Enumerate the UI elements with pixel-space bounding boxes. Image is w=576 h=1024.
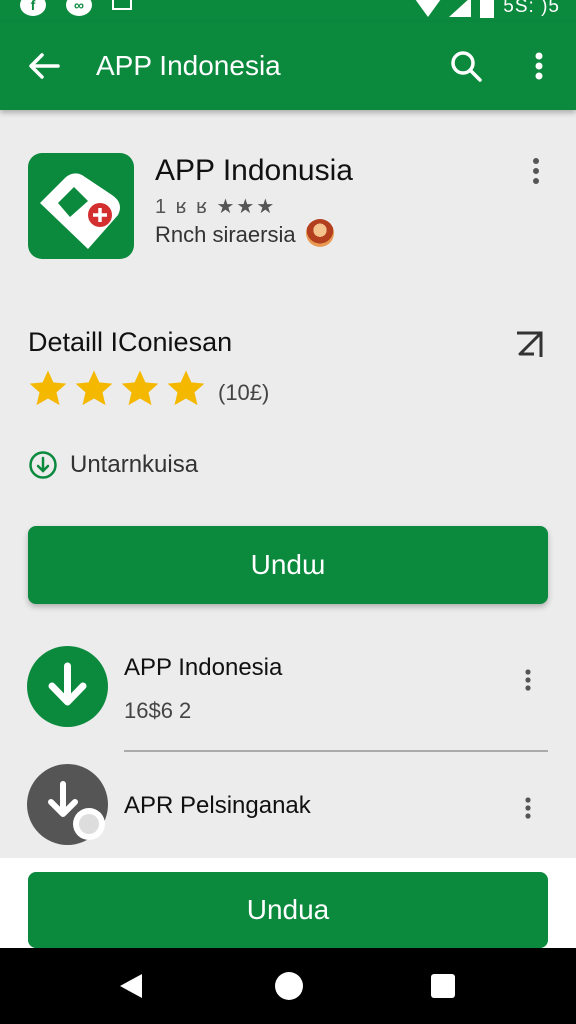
navigation-bar xyxy=(0,948,576,1024)
developer-avatar xyxy=(306,219,334,247)
status-system: 5S: )5 xyxy=(415,0,560,18)
back-arrow-icon[interactable] xyxy=(26,48,62,84)
list-item[interactable]: APR Pelsinganak xyxy=(0,760,576,860)
nav-recents-icon[interactable] xyxy=(431,974,455,998)
download-info-row: Untarnkuisa xyxy=(28,450,198,480)
search-icon[interactable] xyxy=(448,48,484,84)
list-item[interactable]: APP Indonesia 16$6 2 xyxy=(0,640,576,752)
download-icon xyxy=(27,764,108,845)
status-bar: f ∞ 5S: )5 xyxy=(0,0,576,22)
signal-icon xyxy=(449,0,472,17)
status-notifications: f ∞ xyxy=(20,0,132,16)
facebook-notification-icon: f xyxy=(20,0,46,16)
battery-icon xyxy=(480,0,495,18)
more-vert-icon[interactable] xyxy=(520,668,536,692)
list-item-title: APP Indonesia xyxy=(124,654,283,681)
star-icon xyxy=(29,370,67,406)
review-count: (10£) xyxy=(218,380,270,405)
star-icon xyxy=(75,370,113,406)
star-icon xyxy=(121,370,159,406)
more-vert-icon[interactable] xyxy=(520,796,536,820)
app-rating-line: 1 ʁ ʁ ★★★ xyxy=(155,196,277,218)
wifi-icon xyxy=(416,0,441,17)
download-icon xyxy=(27,646,108,727)
download-bottom-button[interactable]: Undua xyxy=(28,872,548,948)
rating-stars xyxy=(28,368,206,408)
app-bar: APP Indonesia xyxy=(0,22,576,110)
divider xyxy=(124,750,548,752)
details-title: Detaill IConiesan xyxy=(28,327,233,357)
star-icon xyxy=(167,370,205,406)
more-vert-icon[interactable] xyxy=(524,156,548,186)
link-notification-icon: ∞ xyxy=(66,0,92,16)
app-icon xyxy=(28,153,134,259)
nav-home-icon[interactable] xyxy=(275,972,303,1000)
list-item-title: APR Pelsinganak xyxy=(124,792,311,819)
app-name: APP Indonusia xyxy=(155,154,353,187)
status-time: 5S: )5 xyxy=(503,0,560,17)
download-info-label: Untarnkuisa xyxy=(70,451,199,478)
image-notification-icon xyxy=(112,0,132,10)
share-icon[interactable] xyxy=(512,327,546,361)
developer-name[interactable]: Rnch siraersia xyxy=(155,222,296,248)
first-aid-tag-icon xyxy=(40,173,120,249)
app-bar-title: APP Indonesia xyxy=(96,50,281,81)
list-item-subtitle: 16$6 2 xyxy=(124,698,192,723)
download-circle-icon xyxy=(29,451,57,479)
download-button[interactable]: Undɯ xyxy=(28,526,548,604)
more-vert-icon[interactable] xyxy=(524,48,554,84)
nav-back-icon[interactable] xyxy=(118,972,144,1000)
